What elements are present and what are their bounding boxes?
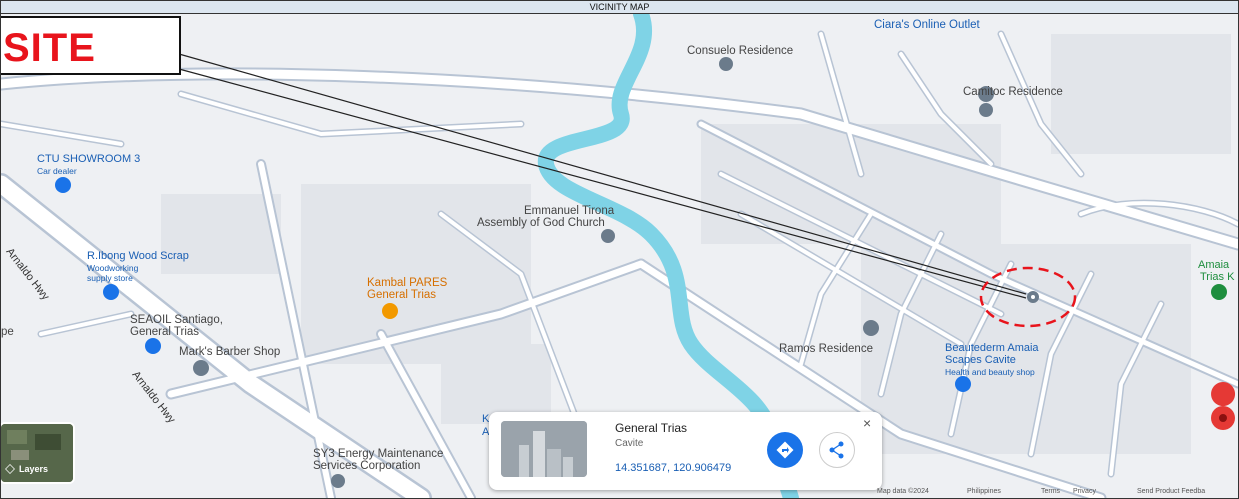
label-beaute-sub: Health and beauty shop	[945, 367, 1035, 377]
footer-map-data: Map data ©2024	[877, 488, 929, 495]
close-icon[interactable]: ×	[863, 415, 871, 431]
label-ribong[interactable]: R.Ibong Wood Scrap	[87, 250, 189, 262]
map-pin-icon	[1027, 291, 1039, 303]
label-kambal-2[interactable]: General Trias	[367, 289, 436, 301]
label-amaia-2[interactable]: Trias K	[1200, 271, 1234, 283]
footer-terms-link[interactable]: Terms	[1041, 488, 1060, 495]
place-thumbnail	[501, 421, 587, 477]
label-left-edge: pe	[1, 326, 14, 338]
building-icon	[501, 421, 587, 477]
directions-icon	[776, 441, 794, 459]
label-amaia-1[interactable]: Amaia	[1198, 259, 1229, 271]
label-emmanuel-2[interactable]: Assembly of God Church	[477, 217, 605, 229]
label-consuelo[interactable]: Consuelo Residence	[687, 45, 793, 57]
card-coordinates[interactable]: 14.351687, 120.906479	[615, 462, 731, 474]
card-subtitle: Cavite	[615, 438, 644, 449]
label-sy3-1[interactable]: SY3 Energy Maintenance	[313, 448, 443, 460]
map-title: VICINITY MAP	[1, 1, 1238, 14]
label-sy3-2[interactable]: Services Corporation	[313, 460, 420, 472]
label-ctu[interactable]: CTU SHOWROOM 3	[37, 153, 140, 165]
place-info-card[interactable]: General Trias Cavite 14.351687, 120.9064…	[489, 412, 882, 490]
label-seaoil-1[interactable]: SEAOIL Santiago,	[130, 314, 223, 326]
label-marks[interactable]: Mark's Barber Shop	[179, 346, 280, 358]
label-claras[interactable]: Ciara's Online Outlet	[874, 19, 980, 31]
share-icon	[829, 441, 844, 459]
footer-privacy-link[interactable]: Privacy	[1073, 488, 1096, 495]
label-ribong-sub1: Woodworking	[87, 263, 139, 273]
card-title: General Trias	[615, 421, 688, 435]
directions-button[interactable]	[767, 432, 803, 468]
label-seaoil-2[interactable]: General Trias	[130, 326, 199, 338]
label-beaute-2[interactable]: Scapes Cavite	[945, 354, 1016, 366]
site-label: SITE	[3, 26, 96, 70]
site-label-box: SITE	[1, 16, 181, 75]
label-kambal-1[interactable]: Kambal PARES	[367, 277, 447, 289]
layers-label: Layers	[19, 464, 49, 474]
label-camitoc[interactable]: Camitoc Residence	[963, 86, 1063, 98]
footer-feedback-link[interactable]: Send Product Feedba	[1137, 488, 1205, 495]
layers-button[interactable]: Layers	[1, 422, 75, 484]
label-emmanuel-1[interactable]: Emmanuel Tirona	[524, 205, 614, 217]
label-ramos[interactable]: Ramos Residence	[779, 343, 873, 355]
vicinity-map-frame: VICINITY MAP SITE Ciara's Online Outlet …	[0, 0, 1239, 499]
label-beaute-1[interactable]: Beautederm Amaia	[945, 342, 1039, 354]
label-ribong-sub2: supply store	[87, 273, 133, 283]
label-ctu-sub: Car dealer	[37, 166, 77, 176]
footer-country: Philippines	[967, 488, 1001, 495]
share-button[interactable]	[819, 432, 855, 468]
